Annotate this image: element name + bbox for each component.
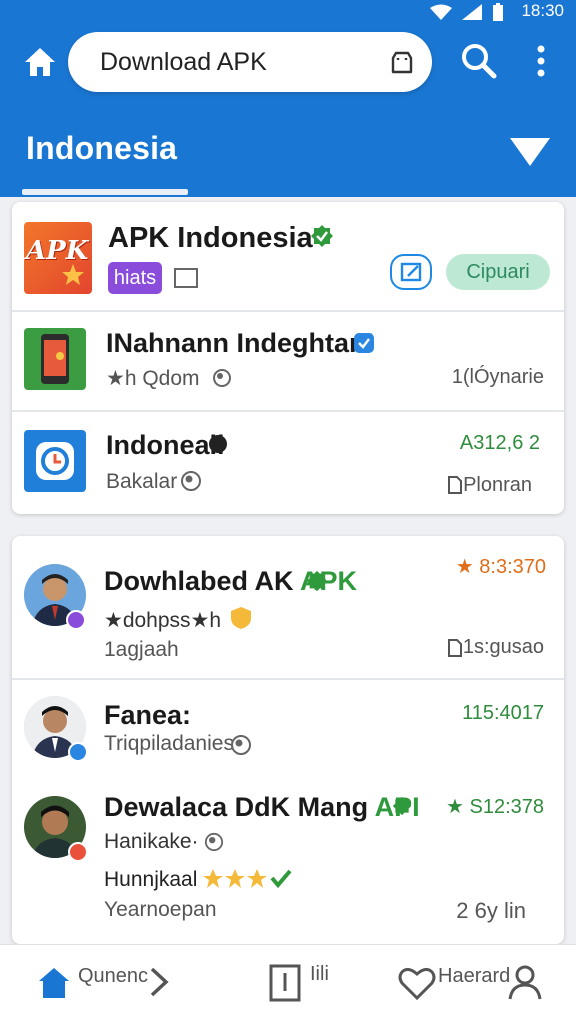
wifi-icon [430, 4, 452, 20]
row-divider [12, 678, 564, 680]
search-input[interactable]: Download APK [68, 32, 432, 92]
row-divider [12, 310, 564, 312]
status-time: 18:30 [521, 1, 564, 20]
region-title[interactable]: Indonesia [26, 130, 177, 167]
post-title-main: Dowhlabed AK [104, 566, 294, 596]
home-icon [25, 48, 55, 76]
globe-icon [204, 832, 224, 852]
more-vertical-icon[interactable] [524, 40, 558, 82]
home-button[interactable] [20, 42, 60, 82]
featured-app-name[interactable]: APK Indonesia [108, 222, 313, 255]
post-meta: Triqpiladanies [104, 732, 234, 755]
phone-icon [41, 334, 69, 384]
phone-app-icon[interactable] [24, 328, 86, 390]
app-meta: Bakalar [106, 470, 178, 493]
status-dot [66, 610, 86, 630]
post-title-main[interactable]: Fanea: [104, 700, 191, 731]
file-icon [448, 476, 462, 494]
open-button[interactable]: Cipuari [446, 254, 550, 290]
share-icon [400, 262, 422, 282]
app-name[interactable]: Indoneall [106, 430, 225, 461]
signal-icon [462, 4, 482, 20]
post-line: Hunnjkaal [104, 868, 198, 891]
post-score: ★ S12:378 [446, 796, 544, 818]
globe-icon [213, 369, 231, 387]
verified-icon [306, 570, 328, 592]
bookmark-icon [269, 964, 301, 1002]
globe-icon [181, 471, 201, 491]
status-dot [68, 842, 88, 862]
apk-indonesia-logo[interactable]: APK [24, 222, 92, 294]
verified-icon [392, 796, 412, 816]
post-date: 2 6y lin [456, 898, 526, 923]
app-size: Plonran [463, 474, 532, 496]
status-dot [68, 742, 88, 762]
status-bar: 18:30 [0, 0, 576, 22]
app-meta: ★h Qdom [106, 367, 200, 390]
post-score: ★ 8:3:370 [455, 556, 546, 578]
shield-icon [231, 607, 251, 629]
nav-item-favorites[interactable]: Haerard [392, 945, 568, 1024]
tag-icon [174, 268, 198, 288]
tab-indicator [22, 189, 188, 195]
heart-icon [398, 967, 436, 1001]
bottom-nav: Qunenc Iili Haerard [0, 944, 576, 1024]
featured-apps-card: APK APK Indonesia hiats Cipuari INahnann… [12, 202, 564, 514]
nav-item-library[interactable]: Iili [250, 945, 360, 1024]
app-bar: Download APK Indonesia [0, 22, 576, 197]
badge-icon [209, 435, 227, 453]
rating-stars-icon [203, 869, 292, 889]
nav-label: Haerard [438, 965, 511, 987]
post-meta: 1agjaah [104, 638, 179, 661]
featured-badge: hiats [108, 262, 162, 294]
post-title[interactable]: Dewalaca DdK Mang API [104, 792, 420, 823]
nav-label: Iili [310, 963, 329, 985]
post-title-main: Dewalaca DdK Mang [104, 792, 369, 822]
profile-icon[interactable] [506, 963, 544, 1001]
verified-check-icon [354, 333, 374, 353]
bag-icon[interactable] [388, 48, 416, 76]
search-icon[interactable] [458, 40, 500, 82]
app-version: A312,6 2 [459, 432, 540, 454]
app-right-info: 1(lÓynarie [451, 366, 544, 388]
app-name[interactable]: INahnann Indeghtan! [106, 328, 374, 359]
post-meta: Hanikake· [104, 830, 199, 853]
row-divider [12, 410, 564, 412]
file-icon [448, 639, 462, 657]
posts-card: Dowhlabed AK APK ★dohpss★h 1agjaah ★ 8:3… [12, 536, 564, 944]
star-burst-icon [62, 264, 84, 285]
chevron-right-icon [150, 967, 169, 997]
clock-app-icon[interactable] [24, 430, 86, 492]
dropdown-arrow-icon[interactable] [508, 134, 552, 170]
status-icons [430, 3, 504, 21]
post-rating-text: ★dohpss★h [104, 609, 222, 632]
battery-icon [493, 3, 503, 21]
share-button[interactable] [390, 254, 432, 290]
post-score: 115:4017 [462, 702, 544, 724]
nav-label: Qunenc [78, 965, 149, 987]
clock-icon [36, 442, 74, 480]
post-footer: Yearnoepan [104, 898, 217, 921]
search-input-text: Download APK [100, 48, 267, 76]
globe-icon [231, 735, 251, 755]
post-date: 1s:gusao [462, 636, 544, 658]
home-icon [39, 968, 69, 998]
nav-item-home[interactable]: Qunenc [0, 945, 190, 1024]
verified-icon [311, 225, 333, 247]
